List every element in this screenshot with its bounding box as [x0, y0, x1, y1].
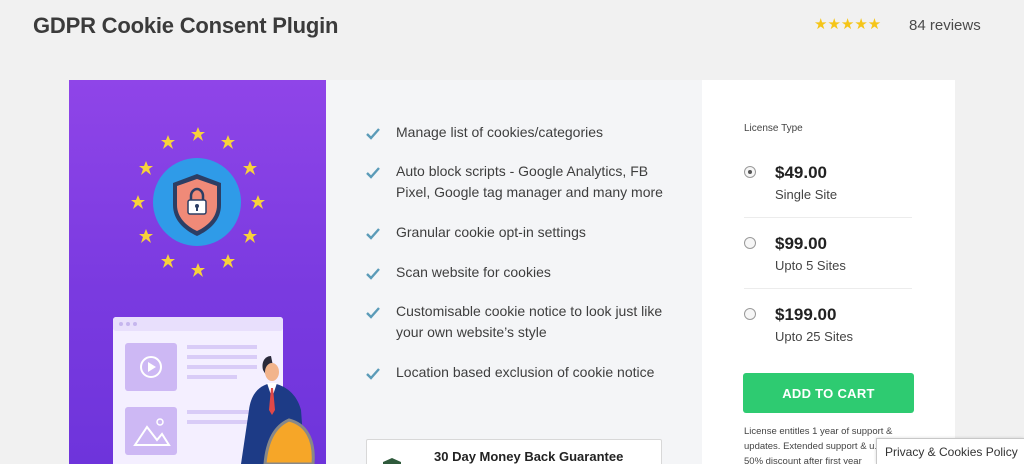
plan-divider	[744, 288, 912, 289]
page-header: GDPR Cookie Consent Plugin ★★★★★ 84 revi…	[0, 0, 1024, 60]
plan-radio[interactable]	[744, 308, 756, 320]
feature-text: Auto block scripts - Google Analytics, F…	[396, 163, 663, 200]
feature-text: Location based exclusion of cookie notic…	[396, 364, 655, 380]
add-to-cart-button[interactable]: ADD TO CART	[743, 373, 914, 413]
plan-option-25-sites[interactable]: $199.00 Upto 25 Sites	[744, 302, 912, 372]
checkmark-icon	[366, 268, 380, 280]
feature-list: Manage list of cookies/categories Auto b…	[326, 80, 702, 464]
checkmark-icon	[366, 228, 380, 240]
shield-badge-icon	[383, 458, 401, 464]
plan-price: $199.00	[775, 305, 837, 324]
license-type-label: License Type	[744, 123, 803, 134]
plan-radio[interactable]	[744, 166, 756, 178]
pricing-panel: License Type $49.00 Single Site $99.00 U…	[702, 80, 955, 464]
feature-text: Customisable cookie notice to look just …	[396, 303, 663, 340]
eu-shield-lock-icon	[113, 127, 315, 464]
plan-sites: Upto 5 Sites	[775, 258, 846, 273]
privacy-cookies-policy-tab[interactable]: Privacy & Cookies Policy	[876, 438, 1024, 464]
plan-radio[interactable]	[744, 237, 756, 249]
money-back-guarantee: 30 Day Money Back Guarantee	[366, 439, 662, 464]
product-card: Manage list of cookies/categories Auto b…	[69, 80, 955, 464]
plan-price: $99.00	[775, 234, 827, 253]
guarantee-text: 30 Day Money Back Guarantee	[434, 449, 624, 464]
checkmark-icon	[366, 307, 380, 319]
feature-text: Manage list of cookies/categories	[396, 124, 603, 140]
plan-divider	[744, 217, 912, 218]
plan-option-single-site[interactable]: $49.00 Single Site	[744, 160, 912, 230]
checkmark-icon	[366, 368, 380, 380]
plan-sites: Upto 25 Sites	[775, 329, 854, 344]
hero-illustration	[69, 80, 326, 464]
page-title: GDPR Cookie Consent Plugin	[33, 13, 339, 38]
plan-price: $49.00	[775, 163, 827, 182]
plan-sites: Single Site	[775, 187, 838, 202]
feature-text: Granular cookie opt-in settings	[396, 224, 586, 240]
reviews-count-link[interactable]: 84 reviews	[909, 17, 981, 34]
checkmark-icon	[366, 128, 380, 140]
checkmark-icon	[366, 167, 380, 179]
star-rating-icon: ★★★★★	[814, 16, 882, 33]
plan-option-5-sites[interactable]: $99.00 Upto 5 Sites	[744, 231, 912, 301]
feature-text: Scan website for cookies	[396, 264, 551, 280]
